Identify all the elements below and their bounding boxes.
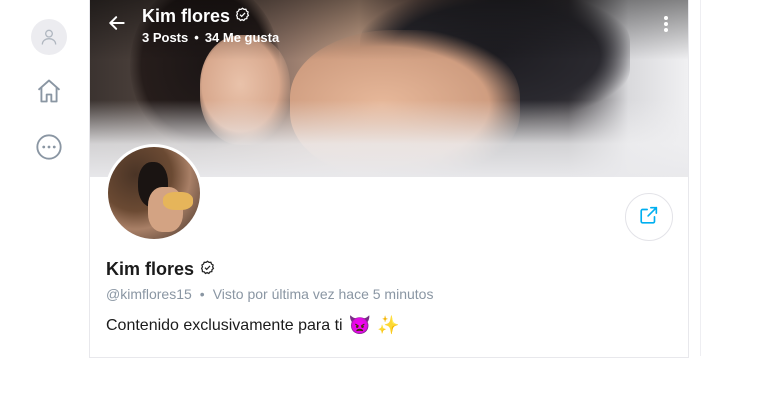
nav-home-button[interactable]: [30, 74, 68, 112]
back-button[interactable]: [104, 12, 130, 38]
arrow-left-icon: [107, 13, 127, 38]
share-button[interactable]: [625, 193, 673, 241]
devil-emoji-icon: 👿: [348, 315, 371, 336]
bio-text: Contenido exclusivamente para ti: [106, 317, 343, 334]
left-nav: [0, 0, 90, 406]
verified-icon: [235, 6, 250, 26]
cover-title: Kim flores 3 Posts • 34 Me gusta: [142, 6, 279, 45]
more-circle-icon: [35, 133, 63, 166]
avatar-image: [108, 147, 200, 239]
vertical-dots-icon: [663, 15, 669, 38]
cover-name-row: Kim flores: [142, 6, 279, 26]
profile-meta: @kimflores15 • Visto por última vez hace…: [106, 286, 433, 302]
more-options-button[interactable]: [656, 13, 676, 39]
profile-name-row: Kim flores: [106, 259, 215, 280]
last-seen-status: Visto por última vez hace 5 minutos: [212, 286, 434, 302]
nav-user-avatar-button[interactable]: [30, 18, 68, 56]
share-icon: [638, 204, 660, 231]
likes-count: 34 Me gusta: [204, 30, 280, 45]
meta-separator: •: [199, 286, 205, 302]
home-icon: [35, 77, 63, 110]
profile-card: Kim flores 3 Posts • 34 Me gusta Kim flo…: [89, 0, 689, 358]
verified-icon: [200, 259, 215, 280]
nav-more-button[interactable]: [30, 130, 68, 168]
user-icon: [31, 19, 67, 55]
profile-name: Kim flores: [106, 259, 195, 279]
profile-handle[interactable]: @kimflores15: [106, 286, 192, 302]
avatar-photo-part: [163, 192, 193, 210]
profile-bio: Contenido exclusivamente para ti 👿 ✨: [106, 317, 399, 335]
cover-stats: 3 Posts • 34 Me gusta: [142, 30, 279, 45]
right-column-divider: [700, 0, 701, 356]
cover-name: Kim flores: [142, 6, 231, 26]
stats-separator: •: [194, 30, 199, 45]
posts-count: 3 Posts: [142, 30, 189, 45]
profile-avatar[interactable]: [105, 144, 203, 242]
sparkles-emoji-icon: ✨: [377, 315, 400, 336]
